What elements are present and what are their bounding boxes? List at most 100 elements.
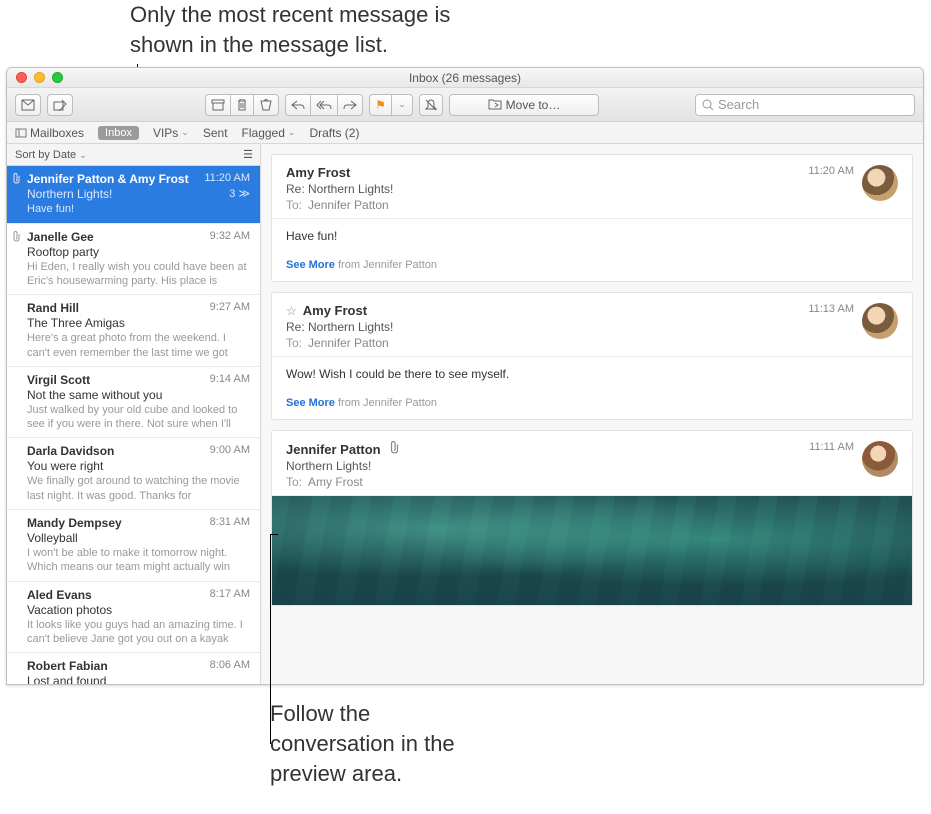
message-list-item[interactable]: Darla Davidson 9:00 AM You were rightWe fi…: [7, 438, 260, 510]
message-subject: Lost and found: [27, 674, 106, 684]
message-list-item[interactable]: Rand Hill 9:27 AM The Three AmigasHere's a…: [7, 295, 260, 367]
message-subject: Volleyball: [27, 531, 78, 545]
vips-tab[interactable]: VIPs ⌄: [153, 126, 189, 140]
toolbar: ⚑ ⌄ Move to… Search: [7, 88, 923, 122]
see-more-link[interactable]: See More from Jennifer Patton: [272, 253, 912, 281]
message-subject: Vacation photos: [27, 603, 112, 617]
delete-button[interactable]: [230, 94, 253, 116]
conversation-recipient: Jennifer Patton: [308, 198, 389, 212]
junk-button[interactable]: [253, 94, 279, 116]
avatar: [862, 165, 898, 201]
avatar: [862, 303, 898, 339]
attachment-icon: [12, 231, 21, 245]
callout-bottom: Follow the conversation in the preview a…: [0, 699, 500, 788]
message-subject: You were right: [27, 459, 103, 473]
message-list-item[interactable]: Aled Evans 8:17 AM Vacation photosIt looks…: [7, 582, 260, 654]
conversation-time: 11:13 AM: [774, 303, 854, 350]
message-time: 8:17 AM: [210, 588, 250, 602]
message-preview: Hi Eden, I really wish you could have be…: [27, 260, 250, 289]
message-time: 9:00 AM: [210, 444, 250, 458]
search-placeholder: Search: [718, 97, 759, 112]
message-preview: Have fun!: [27, 202, 250, 216]
flagged-tab[interactable]: Flagged ⌄: [242, 126, 296, 140]
message-preview: We finally got around to watching the mo…: [27, 474, 250, 503]
conversation-sender: Amy Frost: [286, 165, 350, 180]
conversation-time: 11:20 AM: [774, 165, 854, 212]
message-list-item[interactable]: Mandy Dempsey 8:31 AM VolleyballI won't be…: [7, 510, 260, 582]
conversation-time: 11:11 AM: [774, 441, 854, 489]
reply-all-button[interactable]: [310, 94, 337, 116]
conversation-sender: Jennifer Patton: [286, 442, 381, 457]
conversation-card[interactable]: Jennifer PattonNorthern Lights!To:Amy Fr…: [271, 430, 913, 606]
move-to-label: Move to…: [506, 98, 561, 112]
attachment-image[interactable]: [272, 495, 912, 605]
drafts-tab[interactable]: Drafts (2): [309, 126, 359, 140]
mute-button[interactable]: [419, 94, 443, 116]
message-time: 9:14 AM: [210, 373, 250, 387]
message-list: Sort by Date ⌄ ☰ Jennifer Patton & Amy F…: [7, 144, 261, 684]
conversation-subject: Re: Northern Lights!: [286, 182, 774, 196]
message-list-item[interactable]: Jennifer Patton & Amy Frost 11:20 AM North…: [7, 166, 260, 223]
conversation-subject: Northern Lights!: [286, 459, 774, 473]
archive-button[interactable]: [205, 94, 230, 116]
search-icon: [702, 99, 714, 111]
forward-button[interactable]: [337, 94, 363, 116]
message-preview: Here's a great photo from the weekend. I…: [27, 331, 250, 360]
message-preview: Just walked by your old cube and looked …: [27, 403, 250, 432]
conversation-card[interactable]: Amy FrostRe: Northern Lights!To:Jennifer…: [271, 154, 913, 282]
callout-top: Only the most recent message is shown in…: [0, 0, 500, 59]
message-sender: Mandy Dempsey: [27, 516, 122, 530]
message-time: 11:20 AM: [204, 172, 250, 186]
message-sender: Darla Davidson: [27, 444, 114, 458]
favorites-bar: Mailboxes Inbox VIPs ⌄ Sent Flagged ⌄ Dr…: [7, 122, 923, 144]
message-sender: Virgil Scott: [27, 373, 90, 387]
preview-pane: Amy FrostRe: Northern Lights!To:Jennifer…: [261, 144, 923, 684]
titlebar: Inbox (26 messages): [7, 68, 923, 88]
conversation-card[interactable]: ☆Amy FrostRe: Northern Lights!To:Jennife…: [271, 292, 913, 420]
conversation-subject: Re: Northern Lights!: [286, 320, 774, 334]
message-subject: Rooftop party: [27, 245, 99, 259]
message-list-item[interactable]: Robert Fabian8:06 AMLost and foundHi eve…: [7, 653, 260, 684]
message-preview: It looks like you guys had an amazing ti…: [27, 618, 250, 647]
message-preview: I won't be able to make it tomorrow nigh…: [27, 546, 250, 575]
conversation-body: Wow! Wish I could be there to see myself…: [272, 356, 912, 391]
message-sender: Robert Fabian: [27, 659, 108, 673]
see-more-link[interactable]: See More from Jennifer Patton: [272, 391, 912, 419]
conversation-sender: Amy Frost: [303, 303, 367, 318]
filter-icon[interactable]: ☰: [243, 148, 253, 161]
get-mail-button[interactable]: [15, 94, 41, 116]
message-sender: Jennifer Patton & Amy Frost: [27, 172, 189, 186]
message-time: 9:27 AM: [210, 301, 250, 315]
message-time: 8:31 AM: [210, 516, 250, 530]
attachment-icon: [389, 443, 400, 457]
inbox-tab[interactable]: Inbox: [98, 126, 139, 140]
flag-menu-button[interactable]: ⌄: [391, 94, 413, 116]
sort-bar[interactable]: Sort by Date ⌄ ☰: [7, 144, 261, 166]
window-title: Inbox (26 messages): [7, 71, 923, 85]
star-icon[interactable]: ☆: [286, 304, 297, 318]
reply-button[interactable]: [285, 94, 310, 116]
message-sender: Aled Evans: [27, 588, 92, 602]
message-subject: The Three Amigas: [27, 316, 125, 330]
attachment-icon: [12, 173, 21, 187]
conversation-body: Have fun!: [272, 218, 912, 253]
message-subject: Not the same without you: [27, 388, 162, 402]
message-list-item[interactable]: Janelle Gee 9:32 AM Rooftop partyHi Eden, …: [7, 224, 260, 296]
avatar: [862, 441, 898, 477]
conversation-recipient: Amy Frost: [308, 475, 363, 489]
sent-tab[interactable]: Sent: [203, 126, 228, 140]
message-time: 8:06 AM: [210, 659, 250, 673]
message-sender: Rand Hill: [27, 301, 79, 315]
conversation-recipient: Jennifer Patton: [308, 336, 389, 350]
mail-window: Inbox (26 messages) ⚑ ⌄ Move to… Search: [6, 67, 924, 685]
move-to-button[interactable]: Move to…: [449, 94, 599, 116]
message-subject: Northern Lights!: [27, 187, 112, 201]
flag-button[interactable]: ⚑: [369, 94, 391, 116]
message-list-item[interactable]: Virgil Scott 9:14 AM Not the same without …: [7, 367, 260, 439]
compose-button[interactable]: [47, 94, 73, 116]
search-field[interactable]: Search: [695, 94, 915, 116]
mailboxes-button[interactable]: Mailboxes: [15, 126, 84, 140]
message-sender: Janelle Gee: [27, 230, 94, 244]
thread-count: 3 ≫: [229, 187, 250, 201]
message-time: 9:32 AM: [210, 230, 250, 244]
